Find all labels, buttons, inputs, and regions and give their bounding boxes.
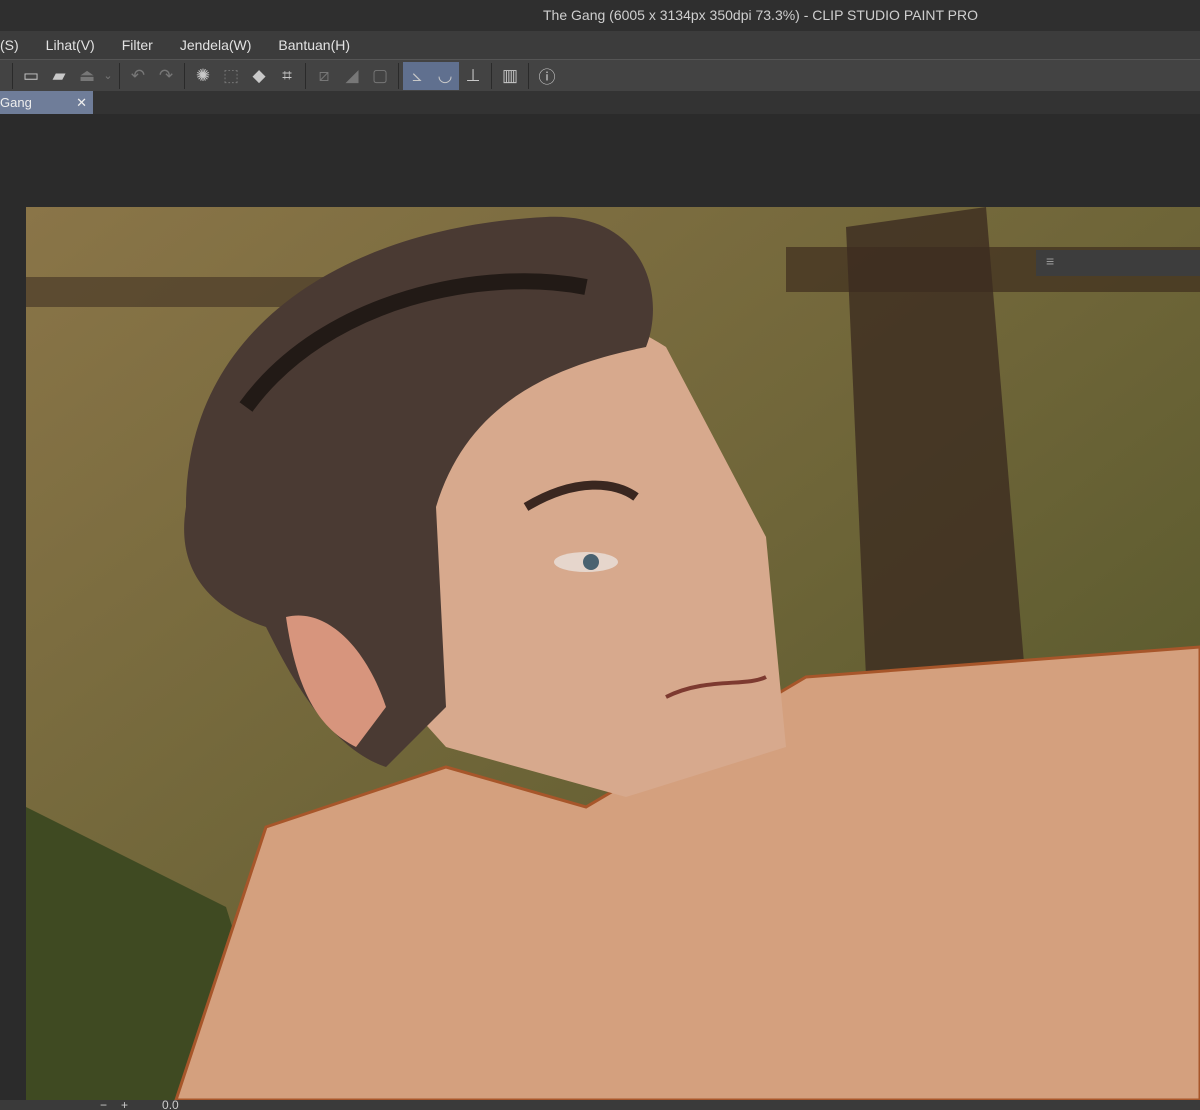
title-bar: The Gang (6005 x 3134px 350dpi 73.3%) - … xyxy=(0,0,1200,31)
panel-menu-icon[interactable]: ≡ xyxy=(1046,253,1054,269)
menu-bar: (S) Lihat(V) Filter Jendela(W) Bantuan(H… xyxy=(0,31,1200,59)
open-file-icon[interactable]: ▰ xyxy=(45,62,73,90)
snap-special-ruler-icon[interactable]: ◢ xyxy=(338,62,366,90)
menu-window[interactable]: Jendela(W) xyxy=(180,37,252,53)
special-ruler-icon[interactable]: ◡ xyxy=(431,61,459,90)
snap-ruler-icon[interactable]: ⧄ xyxy=(310,62,338,90)
save-icon[interactable]: ⏏ xyxy=(73,62,101,90)
invert-selection-icon[interactable]: ⬚ xyxy=(217,62,245,90)
companion-mode-icon[interactable]: ▥ xyxy=(496,62,524,90)
floating-panel[interactable]: ≡ xyxy=(1036,250,1200,276)
canvas-tab-bar: Gang ✕ xyxy=(0,91,1200,114)
clear-selection-icon[interactable]: ✺ xyxy=(189,62,217,90)
transform-icon[interactable]: ⌗ xyxy=(273,62,301,90)
menu-help[interactable]: Bantuan(H) xyxy=(278,37,350,53)
ruler-toggle-icon[interactable]: ⦣ xyxy=(403,61,431,90)
fill-icon[interactable]: ◆ xyxy=(245,62,273,90)
chevron-down-icon[interactable]: ⌄ xyxy=(101,62,115,90)
tab-label: Gang xyxy=(0,95,32,110)
status-bar: − + 0.0 xyxy=(0,1100,1200,1110)
rotation-value[interactable]: 0.0 xyxy=(162,1100,179,1110)
snap-grid-icon[interactable]: ▢ xyxy=(366,62,394,90)
help-icon[interactable]: ⓘ xyxy=(533,62,561,90)
zoom-in-button[interactable]: + xyxy=(121,1100,128,1110)
tab-the-gang[interactable]: Gang ✕ xyxy=(0,91,93,114)
perspective-ruler-icon[interactable]: ⊥ xyxy=(459,62,487,90)
new-file-icon[interactable]: ▭ xyxy=(17,62,45,90)
zoom-out-button[interactable]: − xyxy=(100,1100,107,1110)
menu-view[interactable]: Lihat(V) xyxy=(46,37,95,53)
canvas[interactable] xyxy=(26,207,1200,1100)
close-icon[interactable]: ✕ xyxy=(76,95,87,111)
undo-icon[interactable]: ↶ xyxy=(124,62,152,90)
artwork-painting xyxy=(26,207,1200,1100)
menu-filter[interactable]: Filter xyxy=(122,37,153,53)
redo-icon[interactable]: ↷ xyxy=(152,62,180,90)
menu-selection[interactable]: (S) xyxy=(0,37,19,53)
command-bar: ▭ ▰ ⏏ ⌄ ↶ ↷ ✺ ⬚ ◆ ⌗ ⧄ ◢ ▢ ⦣ ◡ ⊥ ▥ ⓘ xyxy=(0,59,1200,91)
window-title: The Gang (6005 x 3134px 350dpi 73.3%) - … xyxy=(543,7,978,23)
